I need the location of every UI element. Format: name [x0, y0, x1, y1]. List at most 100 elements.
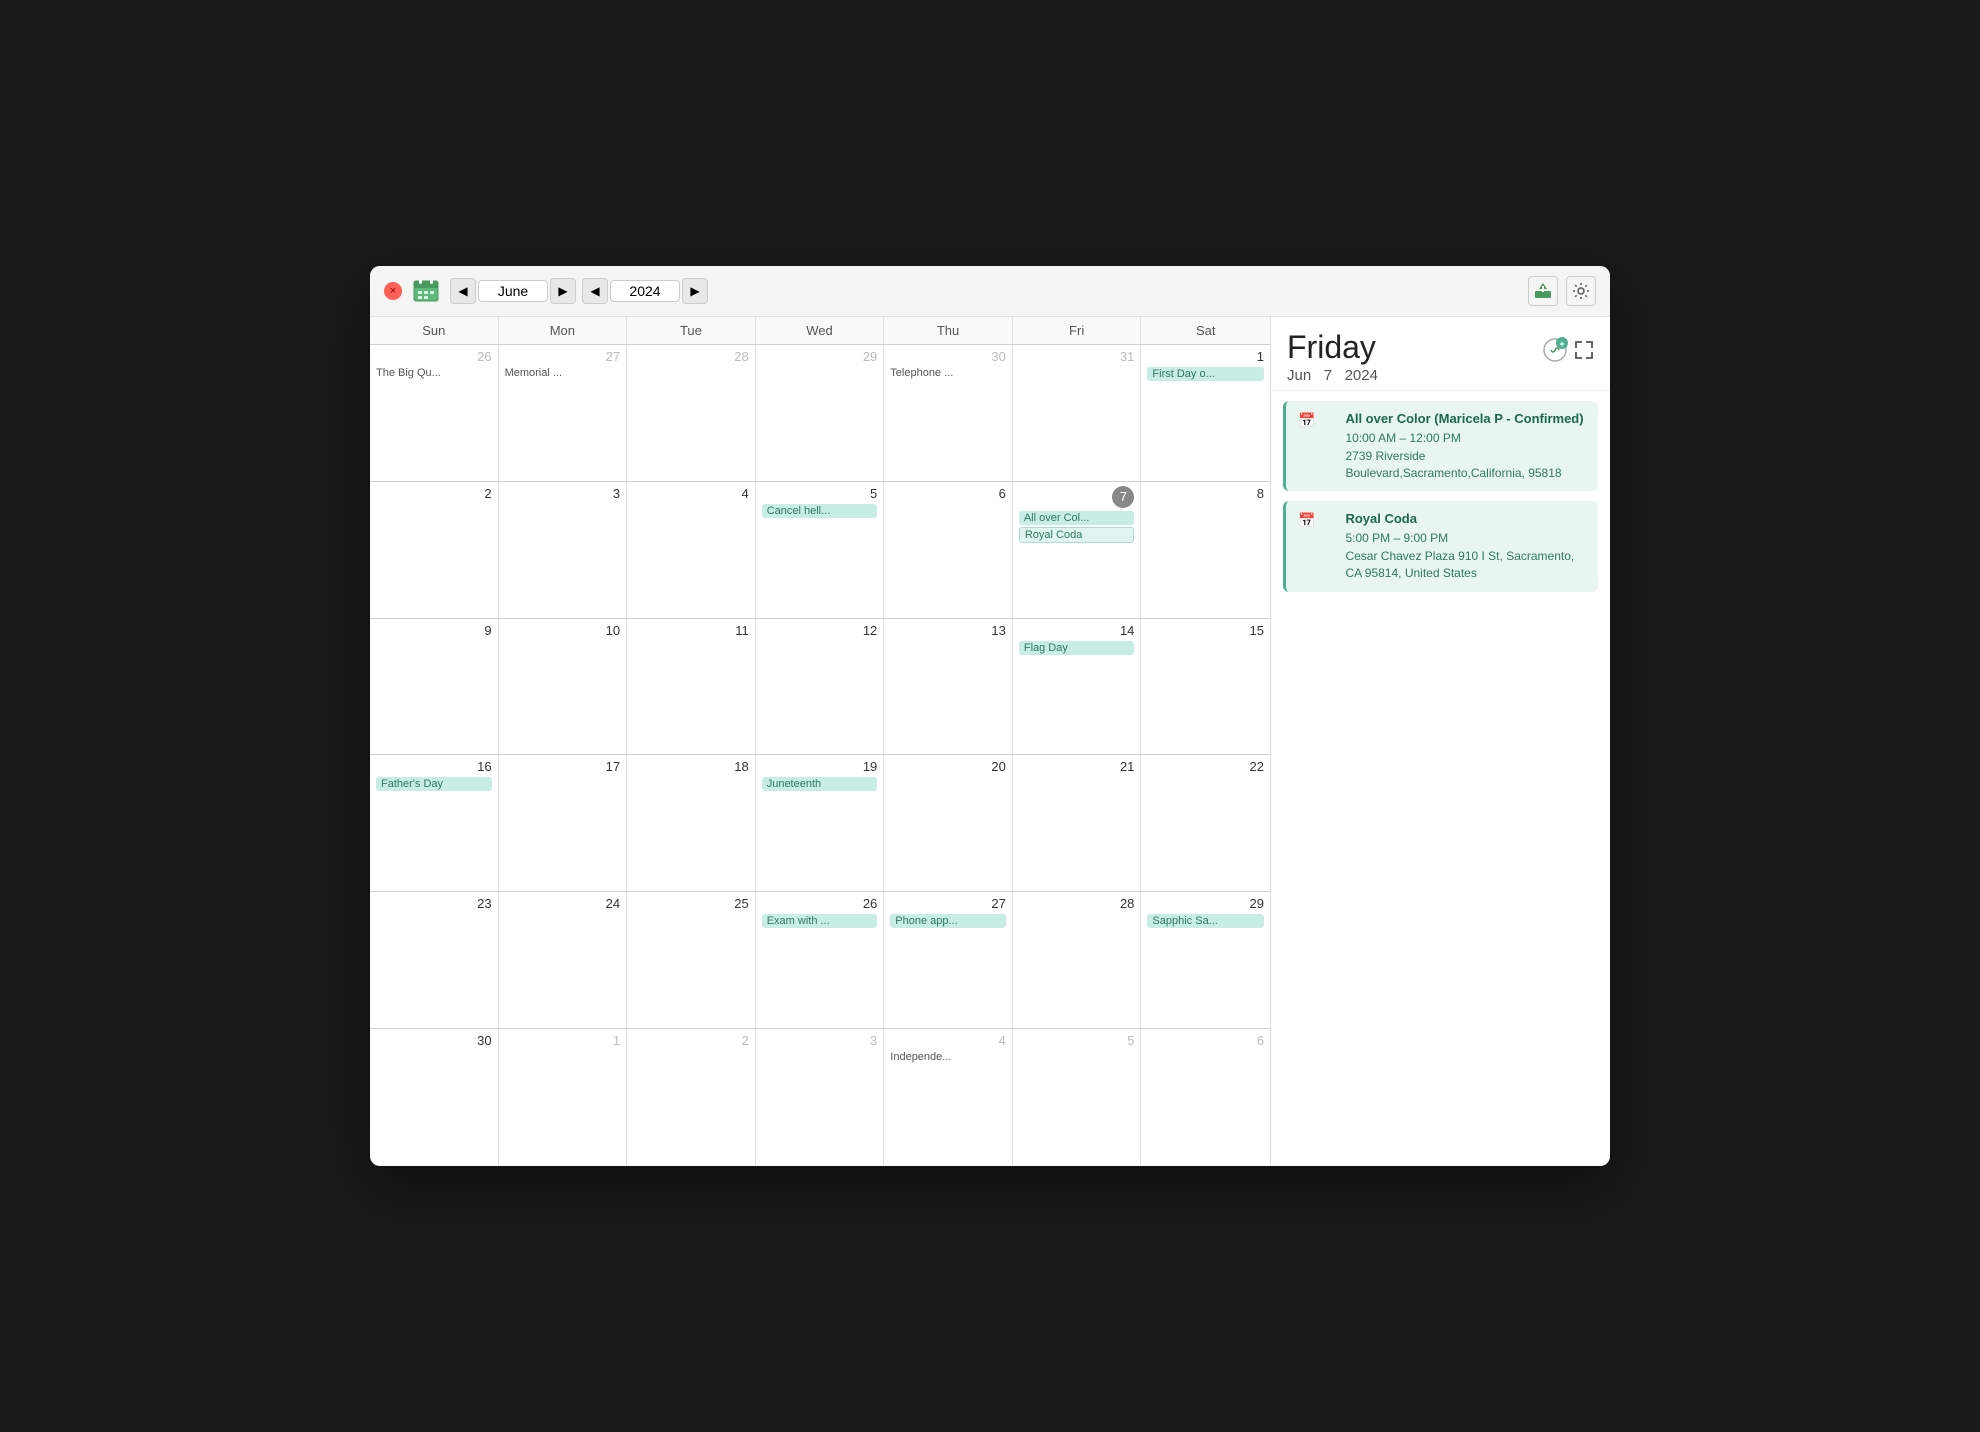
- panel-title-area: Friday Jun 7 2024: [1287, 331, 1378, 384]
- prev-year-button[interactable]: ◀: [582, 278, 608, 304]
- event-chip[interactable]: Juneteenth: [762, 777, 878, 791]
- event-chip[interactable]: Royal Coda: [1019, 527, 1135, 543]
- calendar-cell-0-2[interactable]: 28: [627, 345, 756, 481]
- calendar-cell-3-0[interactable]: 16 Father's Day: [370, 755, 499, 891]
- calendar-cell-5-5[interactable]: 5: [1013, 1029, 1142, 1166]
- calendar-cell-4-5[interactable]: 28: [1013, 892, 1142, 1028]
- calendar-cell-0-1[interactable]: 27 Memorial ...: [499, 345, 628, 481]
- cell-date: 26: [376, 349, 492, 364]
- next-month-button[interactable]: ▶: [550, 278, 576, 304]
- cell-date: 4: [633, 486, 749, 501]
- calendar-cell-3-4[interactable]: 20: [884, 755, 1013, 891]
- calendar-cell-1-3[interactable]: 5Cancel hell...: [756, 482, 885, 618]
- calendar-cell-3-1[interactable]: 17: [499, 755, 628, 891]
- close-button[interactable]: ×: [384, 282, 402, 300]
- event-chip[interactable]: Phone app...: [890, 914, 1006, 928]
- cell-date: 19: [762, 759, 878, 774]
- calendar-cell-0-0[interactable]: 26 The Big Qu...: [370, 345, 499, 481]
- calendar-cell-1-6[interactable]: 8: [1141, 482, 1270, 618]
- calendar-cell-0-4[interactable]: 30 Telephone ...: [884, 345, 1013, 481]
- cell-date: 6: [890, 486, 1006, 501]
- event-card-0[interactable]: 📅All over Color (Maricela P - Confirmed)…: [1283, 401, 1598, 491]
- calendar-cell-4-1[interactable]: 24: [499, 892, 628, 1028]
- calendar-cell-4-3[interactable]: 26 Exam with ...: [756, 892, 885, 1028]
- cell-date: 28: [1019, 896, 1135, 911]
- cell-date: 31: [1019, 349, 1135, 364]
- cell-date: 30: [890, 349, 1006, 364]
- month-label: June: [478, 280, 548, 302]
- calendar-cell-1-1[interactable]: 3: [499, 482, 628, 618]
- panel-day-name: Friday: [1287, 331, 1378, 363]
- cell-date: 4: [890, 1033, 1006, 1048]
- calendar-cell-3-3[interactable]: 19 Juneteenth: [756, 755, 885, 891]
- calendar-cell-0-5[interactable]: 31: [1013, 345, 1142, 481]
- event-card-1[interactable]: 📅Royal Coda5:00 PM – 9:00 PMCesar Chavez…: [1283, 501, 1598, 591]
- settings-button[interactable]: [1566, 276, 1596, 306]
- event-chip[interactable]: Sapphic Sa...: [1147, 914, 1264, 928]
- panel-header: Friday Jun 7 2024: [1271, 317, 1610, 391]
- calendar-cell-5-2[interactable]: 2: [627, 1029, 756, 1166]
- calendar-row-4: 232425 26 Exam with ... 27 Phone app... 28 29 S…: [370, 892, 1270, 1029]
- calendar-cell-5-6[interactable]: 6: [1141, 1029, 1270, 1166]
- cell-date: 1: [505, 1033, 621, 1048]
- panel-icons: +: [1542, 337, 1594, 369]
- calendar-cell-4-0[interactable]: 23: [370, 892, 499, 1028]
- calendar-cell-1-2[interactable]: 4: [627, 482, 756, 618]
- panel-date: Jun 7 2024: [1287, 367, 1378, 384]
- expand-button[interactable]: [1574, 340, 1594, 366]
- calendar-cell-1-4[interactable]: 6: [884, 482, 1013, 618]
- next-year-button[interactable]: ▶: [682, 278, 708, 304]
- calendar-cell-4-2[interactable]: 25: [627, 892, 756, 1028]
- calendar-cell-1-5[interactable]: 7All over Col...Royal Coda: [1013, 482, 1142, 618]
- calendar-cell-1-0[interactable]: 2: [370, 482, 499, 618]
- event-chip[interactable]: Memorial ...: [505, 367, 621, 379]
- event-chip[interactable]: Exam with ...: [762, 914, 878, 928]
- calendar-cell-2-4[interactable]: 13: [884, 619, 1013, 755]
- calendar-cell-3-6[interactable]: 22: [1141, 755, 1270, 891]
- calendar-cell-5-4[interactable]: 4 Independe...: [884, 1029, 1013, 1166]
- calendar-cell-5-1[interactable]: 1: [499, 1029, 628, 1166]
- cell-date: 29: [1147, 896, 1264, 911]
- calendar-cell-2-0[interactable]: 9: [370, 619, 499, 755]
- cell-date: 16: [376, 759, 492, 774]
- calendar-cell-0-3[interactable]: 29: [756, 345, 885, 481]
- event-chip[interactable]: Father's Day: [376, 777, 492, 791]
- calendar-area: Sun Mon Tue Wed Thu Fri Sat 26The Big Qu…: [370, 317, 1270, 1166]
- event-chip[interactable]: Independe...: [890, 1051, 1006, 1063]
- calendar-cell-3-5[interactable]: 21: [1013, 755, 1142, 891]
- event-chip[interactable]: Telephone ...: [890, 367, 1006, 379]
- cell-date: 26: [762, 896, 878, 911]
- calendar-cell-2-3[interactable]: 12: [756, 619, 885, 755]
- header-mon: Mon: [499, 317, 628, 344]
- cell-date: 27: [890, 896, 1006, 911]
- calendar-cell-5-3[interactable]: 3: [756, 1029, 885, 1166]
- calendar-cell-2-1[interactable]: 10: [499, 619, 628, 755]
- calendar-cell-4-6[interactable]: 29 Sapphic Sa...: [1141, 892, 1270, 1028]
- calendar-cell-0-6[interactable]: 1 First Day o...: [1141, 345, 1270, 481]
- cell-date: 21: [1019, 759, 1135, 774]
- export-button[interactable]: [1528, 276, 1558, 306]
- event-chip[interactable]: The Big Qu...: [376, 367, 492, 379]
- calendar-cell-2-6[interactable]: 15: [1141, 619, 1270, 755]
- cell-date: 17: [505, 759, 621, 774]
- event-chip[interactable]: Cancel hell...: [762, 504, 878, 518]
- cell-date: 14: [1019, 623, 1135, 638]
- cell-date: 3: [762, 1033, 878, 1048]
- calendar-cell-2-2[interactable]: 11: [627, 619, 756, 755]
- calendar-cell-4-4[interactable]: 27 Phone app...: [884, 892, 1013, 1028]
- add-calendar-button[interactable]: +: [1542, 337, 1568, 369]
- event-chip[interactable]: First Day o...: [1147, 367, 1264, 381]
- event-card-header: 📅All over Color (Maricela P - Confirmed)…: [1298, 411, 1586, 481]
- header-tue: Tue: [627, 317, 756, 344]
- calendar-cell-3-2[interactable]: 18: [627, 755, 756, 891]
- calendar-cell-2-5[interactable]: 14 Flag Day: [1013, 619, 1142, 755]
- event-chip[interactable]: Flag Day: [1019, 641, 1135, 655]
- cell-date: 1: [1147, 349, 1264, 364]
- calendar-row-1: 2345Cancel hell...67All over Col...Royal…: [370, 482, 1270, 619]
- event-location: 2739 Riverside Boulevard,Sacramento,Cali…: [1345, 448, 1586, 482]
- cell-date: 28: [633, 349, 749, 364]
- event-chip[interactable]: All over Col...: [1019, 511, 1135, 525]
- prev-month-button[interactable]: ◀: [450, 278, 476, 304]
- calendar-cell-5-0[interactable]: 30: [370, 1029, 499, 1166]
- cell-date: 27: [505, 349, 621, 364]
